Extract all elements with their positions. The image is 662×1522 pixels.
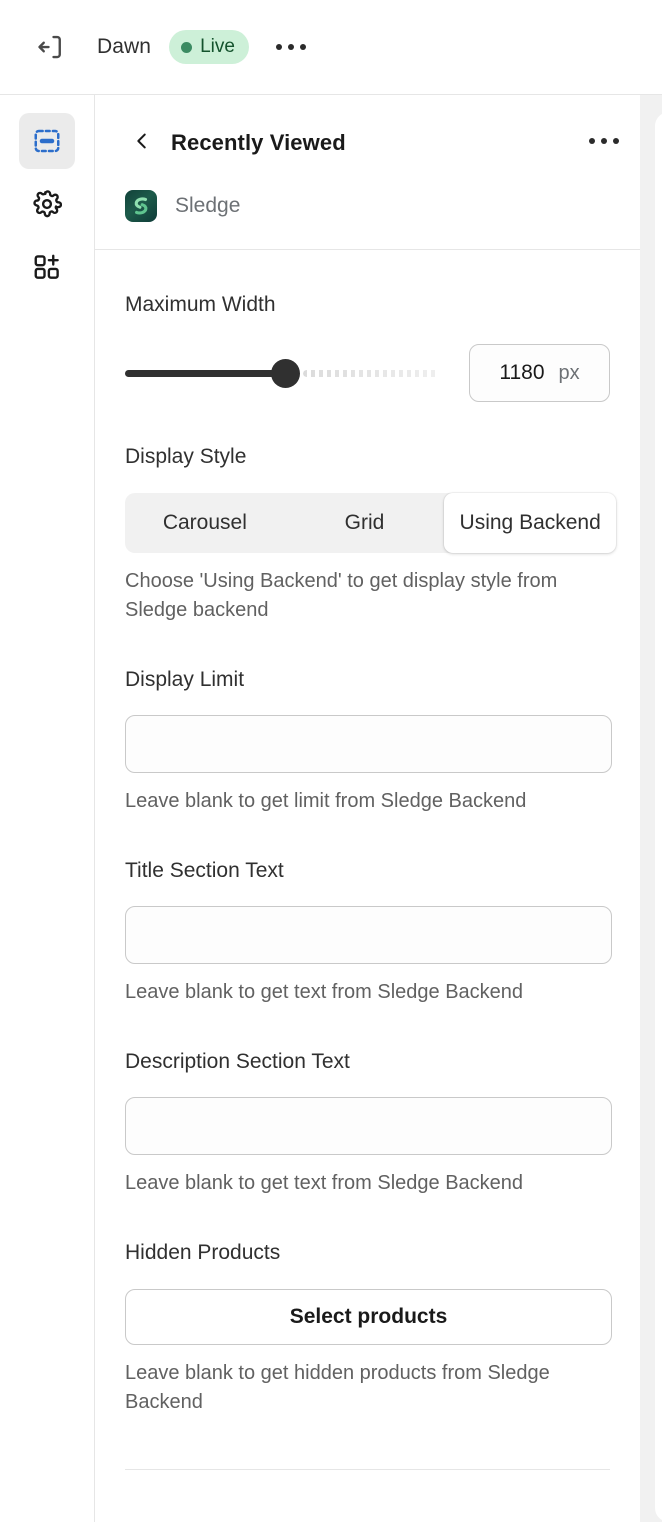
slider-thumb[interactable]	[271, 359, 300, 389]
field-help-text: Leave blank to get hidden products from …	[125, 1361, 550, 1413]
ellipsis-icon	[601, 138, 607, 144]
ellipsis-icon	[275, 44, 282, 50]
back-button[interactable]	[125, 126, 159, 160]
field-title-section-text: Title Section Text Leave blank to get te…	[125, 816, 612, 1007]
theme-editor-screen: Dawn Live Recently Viewed Sledge Maximum…	[0, 0, 662, 1522]
sledge-app-icon	[125, 190, 157, 222]
field-help-text: Leave blank to get text from Sledge Back…	[125, 1172, 524, 1195]
ellipsis-icon	[287, 44, 294, 50]
ellipsis-icon	[589, 138, 595, 144]
select-products-button[interactable]: Select products	[125, 1288, 612, 1345]
maximum-width-unit: px	[558, 361, 580, 384]
sections-icon	[32, 126, 62, 156]
shop-name: Dawn	[97, 35, 152, 58]
chevron-left-icon	[131, 130, 153, 157]
display-limit-input[interactable]	[125, 714, 612, 773]
display-style-segmented-control: Carousel Grid Using Backend	[125, 492, 617, 553]
field-help-text: Leave blank to get limit from Sledge Bac…	[125, 789, 527, 812]
maximum-width-row: 1180 px	[125, 344, 610, 403]
rail-item-theme-settings[interactable]	[19, 176, 75, 232]
field-help-text: Leave blank to get text from Sledge Back…	[125, 981, 524, 1003]
slider-remaining-track	[303, 370, 439, 378]
panel-more-button[interactable]	[584, 125, 624, 157]
slider-filled-track	[125, 370, 286, 378]
app-blocks-add-icon	[32, 252, 62, 282]
ellipsis-icon	[613, 138, 619, 144]
exit-icon	[36, 32, 66, 62]
segment-grid[interactable]: Grid	[285, 493, 445, 553]
field-display-limit: Display Limit Leave blank to get limit f…	[125, 625, 612, 816]
ellipsis-icon	[299, 44, 306, 50]
title-section-text-input[interactable]	[125, 906, 612, 964]
page-title: Recently Viewed	[171, 130, 346, 155]
field-hidden-products: Hidden Products Select products Leave bl…	[125, 1198, 612, 1416]
topbar-more-button[interactable]	[271, 30, 311, 64]
section-settings-panel: Recently Viewed Sledge Maximum Width 118…	[95, 95, 640, 1522]
top-bar: Dawn Live	[0, 0, 662, 95]
field-label: Description Section Text	[125, 1050, 350, 1073]
panel-header: Recently Viewed	[95, 95, 640, 191]
status-dot-icon	[181, 41, 193, 53]
left-rail	[0, 95, 95, 1522]
maximum-width-value: 1180	[499, 361, 545, 385]
maximum-width-input[interactable]: 1180 px	[469, 344, 610, 403]
segment-using-backend[interactable]: Using Backend	[444, 492, 617, 553]
maximum-width-slider[interactable]	[125, 357, 439, 389]
field-label: Display Limit	[125, 667, 245, 691]
field-help-text: Choose 'Using Backend' to get display st…	[125, 569, 558, 621]
field-label: Title Section Text	[125, 858, 284, 882]
field-maximum-width: Maximum Width 1180 px	[125, 250, 610, 403]
status-badge-label: Live	[200, 36, 235, 57]
rail-item-sections[interactable]	[19, 113, 75, 169]
description-section-text-input[interactable]	[125, 1097, 612, 1156]
section-divider	[125, 1468, 610, 1470]
field-label: Maximum Width	[125, 293, 276, 316]
segment-carousel[interactable]: Carousel	[125, 493, 285, 553]
preview-canvas-edge	[655, 112, 662, 1522]
field-description-section-text: Description Section Text Leave blank to …	[125, 1007, 612, 1198]
gear-icon	[32, 189, 62, 219]
app-name: Sledge	[175, 194, 241, 217]
rail-item-apps[interactable]	[19, 239, 75, 295]
field-label: Hidden Products	[125, 1241, 281, 1265]
settings-list: Maximum Width 1180 px Display Style Caro…	[95, 250, 640, 1417]
field-display-style: Display Style Carousel Grid Using Backen…	[125, 402, 617, 624]
field-label: Display Style	[125, 445, 247, 469]
status-badge: Live	[169, 30, 249, 64]
exit-button[interactable]	[29, 25, 73, 69]
